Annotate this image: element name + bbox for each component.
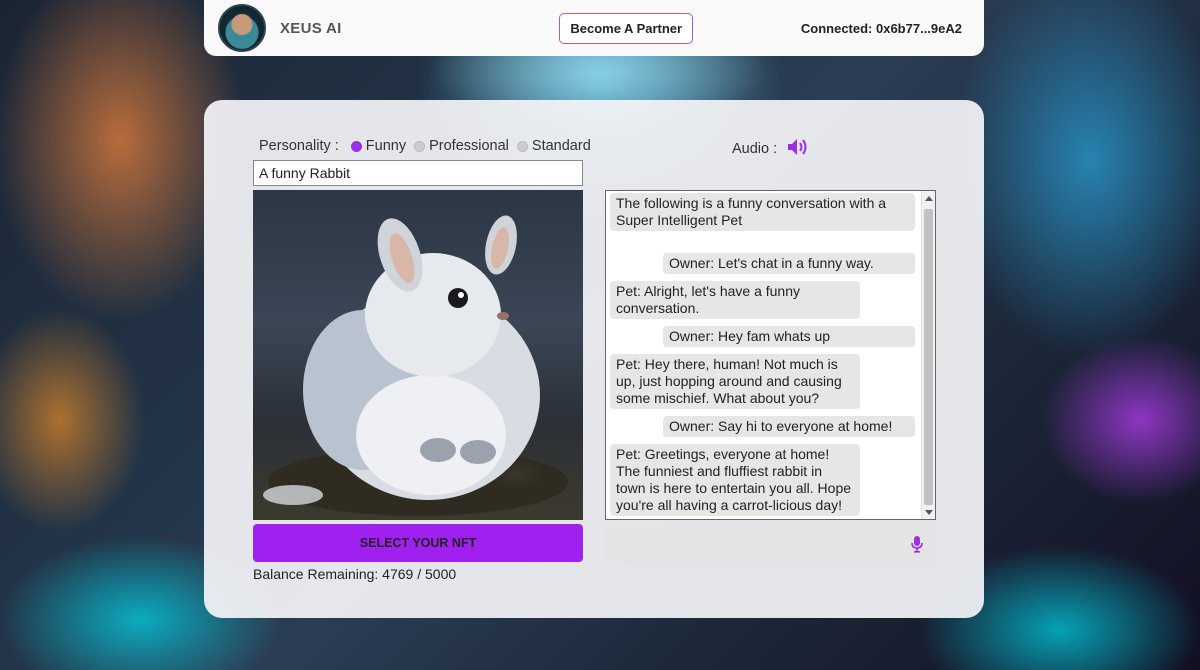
avatar — [218, 4, 266, 52]
pet-message: Pet: Greetings, everyone at home! The fu… — [610, 444, 860, 516]
pet-prompt-input[interactable] — [253, 160, 583, 186]
personality-option-professional[interactable]: Professional — [414, 138, 509, 154]
radio-icon[interactable] — [414, 140, 426, 152]
radio-selected-icon[interactable] — [350, 140, 362, 152]
radio-icon[interactable] — [516, 140, 528, 152]
pet-message: Pet: Alright, let's have a funny convers… — [610, 281, 860, 319]
chat-intro-message: The following is a funny conversation wi… — [610, 193, 915, 231]
personality-label: Personality : — [259, 138, 339, 154]
wallet-connected-status: Connected: 0x6b77...9eA2 — [800, 20, 962, 36]
brand-name: XEUS AI — [280, 19, 342, 37]
audio-label: Audio : — [732, 141, 778, 157]
pet-image — [253, 190, 583, 520]
owner-message: Owner: Let's chat in a funny way. — [663, 253, 915, 274]
select-nft-button[interactable]: SELECT YOUR NFT — [253, 524, 583, 562]
owner-message: Owner: Say hi to everyone at home! — [663, 416, 915, 437]
chat-window[interactable]: The following is a funny conversation wi… — [605, 190, 936, 520]
microphone-icon[interactable] — [910, 535, 924, 557]
personality-selector: Personality : Funny Professional Standar… — [259, 138, 599, 154]
main-panel: Personality : Funny Professional Standar… — [204, 100, 984, 618]
owner-message: Owner: Hey fam whats up — [663, 326, 915, 347]
chat-message-input[interactable] — [605, 525, 936, 563]
scroll-thumb[interactable] — [924, 209, 933, 505]
chat-scrollbar[interactable] — [921, 191, 935, 519]
become-partner-button[interactable]: Become A Partner — [559, 12, 694, 44]
balance-remaining: Balance Remaining: 4769 / 5000 — [253, 566, 457, 582]
personality-option-funny[interactable]: Funny — [350, 138, 406, 154]
brand: XEUS AI — [218, 4, 342, 52]
scroll-up-icon[interactable] — [925, 196, 933, 201]
rabbit-illustration — [263, 215, 568, 516]
audio-control: Audio : — [732, 138, 809, 160]
personality-option-standard[interactable]: Standard — [516, 138, 591, 154]
pet-message: Pet: Hey there, human! Not much is up, j… — [610, 354, 860, 409]
speaker-icon[interactable] — [787, 138, 809, 160]
chat-messages: The following is a funny conversation wi… — [606, 191, 921, 519]
top-navbar: XEUS AI Become A Partner Connected: 0x6b… — [204, 0, 984, 56]
scroll-down-icon[interactable] — [925, 510, 933, 515]
